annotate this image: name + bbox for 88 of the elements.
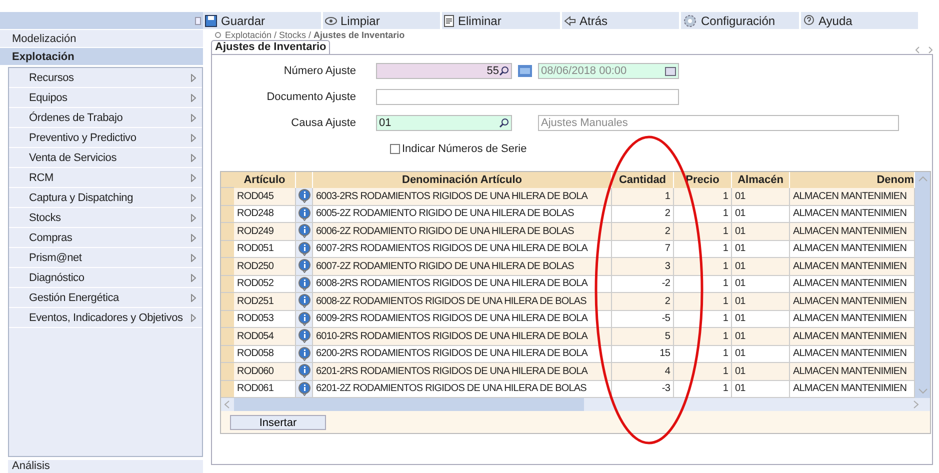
info-icon[interactable] (298, 312, 310, 326)
expand-arrow-icon (191, 94, 196, 102)
row-header[interactable] (221, 240, 234, 258)
expand-arrow-icon (191, 74, 196, 82)
info-icon[interactable] (298, 242, 310, 256)
scrollbar-thumb[interactable] (234, 398, 584, 411)
description-field: Ajustes Manuales (538, 115, 899, 131)
help-icon (802, 14, 814, 26)
sidebar-item[interactable]: Diagnóstico (9, 268, 202, 288)
expand-arrow-icon (191, 294, 196, 302)
sidebar-section[interactable]: Explotación (0, 48, 203, 65)
toolbar-button[interactable]: Eliminar (442, 12, 560, 29)
breadcrumb-icon (215, 32, 221, 38)
gear-icon (683, 14, 697, 28)
save-icon (205, 14, 217, 26)
info-icon[interactable] (298, 346, 310, 361)
field-label: Número Ajuste (282, 65, 357, 77)
row-header[interactable] (221, 363, 234, 380)
row-header[interactable] (221, 293, 234, 310)
row-header[interactable] (221, 258, 234, 276)
field-label: Causa Ajuste (290, 117, 357, 129)
row-header[interactable] (221, 223, 234, 240)
search-icon[interactable] (499, 66, 509, 76)
sidebar-section[interactable]: Modelización (0, 30, 203, 47)
sidebar-section[interactable]: Análisis (8, 460, 203, 473)
expand-arrow-icon (191, 114, 196, 122)
expand-arrow-icon (191, 134, 196, 142)
toolbar-button[interactable]: Limpiar (322, 12, 440, 29)
toolbar-button[interactable]: Ayuda (800, 12, 918, 29)
breadcrumb: Explotación / Stocks / Ajustes de Inventario (225, 30, 405, 40)
scroll-up-icon[interactable] (918, 176, 928, 182)
row-header[interactable] (221, 206, 234, 223)
toolbar-button[interactable]: Atrás (562, 12, 679, 29)
vertical-scrollbar[interactable] (915, 172, 930, 398)
checkbox-label: Indicar Números de Serie (402, 143, 527, 155)
sidebar-item[interactable]: Equipos (9, 88, 202, 108)
sidebar-item[interactable]: Órdenes de Trabajo (9, 108, 202, 128)
row-header[interactable] (221, 276, 234, 293)
input-field[interactable]: 01 (376, 115, 512, 131)
expand-arrow-icon (191, 194, 196, 202)
info-icon[interactable] (298, 189, 310, 204)
scroll-down-icon[interactable] (918, 388, 928, 394)
toolbar-button[interactable]: Guardar (203, 12, 320, 29)
insert-button[interactable]: Insertar (230, 414, 326, 430)
row-header[interactable] (221, 346, 234, 363)
sidebar-item[interactable]: Compras (9, 228, 202, 248)
expand-arrow-icon (191, 254, 196, 262)
input-field[interactable] (376, 89, 679, 105)
checkbox[interactable] (390, 144, 400, 154)
expand-arrow-icon (191, 234, 196, 242)
sidebar-item[interactable]: Gestión Energética (9, 288, 202, 308)
sidebar-item[interactable]: RCM (9, 168, 202, 188)
sidebar-item[interactable]: Preventivo y Predictivo (9, 128, 202, 148)
row-header[interactable] (221, 188, 234, 206)
toolbar-button[interactable]: Configuración (681, 12, 798, 29)
sidebar-item[interactable]: Stocks (9, 208, 202, 228)
info-icon[interactable] (298, 364, 310, 378)
pin-icon[interactable] (195, 16, 201, 24)
sidebar-item[interactable]: Captura y Dispatching (9, 188, 202, 208)
row-header[interactable] (221, 328, 234, 346)
field-label: Documento Ajuste (266, 91, 357, 103)
tab[interactable]: Ajustes de Inventario (211, 40, 330, 54)
search-icon[interactable] (499, 118, 509, 128)
document-icon (444, 14, 454, 26)
info-icon[interactable] (298, 206, 310, 221)
counter-icon[interactable] (518, 65, 532, 77)
info-icon[interactable] (298, 224, 310, 238)
sidebar-item[interactable]: Venta de Servicios (9, 148, 202, 168)
expand-arrow-icon (191, 314, 196, 322)
expand-arrow-icon (191, 274, 196, 282)
sidebar-item[interactable]: Prism@net (9, 248, 202, 268)
expand-arrow-icon (191, 214, 196, 222)
expand-arrow-icon (191, 174, 196, 182)
tab-scroll-arrows-icon[interactable] (915, 46, 933, 54)
expand-arrow-icon (191, 154, 196, 162)
info-icon[interactable] (298, 276, 310, 291)
eye-icon (324, 16, 336, 24)
row-header[interactable] (221, 380, 234, 398)
input-field[interactable]: 55 (376, 63, 512, 79)
back-arrow-icon (564, 16, 576, 26)
sidebar-item[interactable]: Recursos (9, 68, 202, 88)
info-icon[interactable] (298, 382, 310, 396)
info-icon[interactable] (298, 294, 310, 308)
info-icon[interactable] (298, 329, 310, 344)
row-header[interactable] (221, 310, 234, 328)
sidebar-item[interactable]: Eventos, Indicadores y Objetivos (9, 308, 202, 328)
info-icon[interactable] (298, 259, 310, 274)
calendar-icon[interactable] (665, 66, 676, 76)
